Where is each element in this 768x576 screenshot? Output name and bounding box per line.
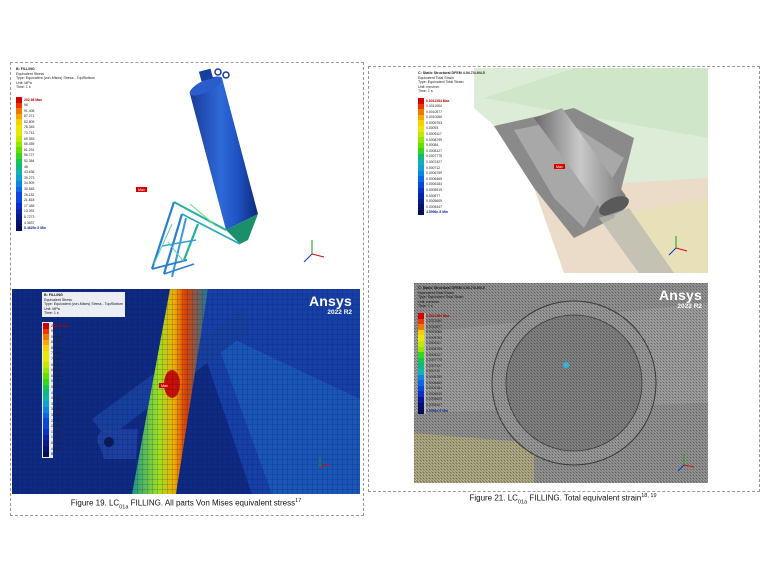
legend-label: 4.5996e-5 Min xyxy=(426,408,449,413)
legend-label: 13.091 xyxy=(51,435,62,440)
legend-label: 65.455 xyxy=(51,368,62,373)
legend-label: 0.0011084 xyxy=(426,319,442,324)
outlet-model xyxy=(474,68,708,273)
legend-label: 78.545 xyxy=(51,351,62,356)
mesh-strain-panel: C: Static Structural DFEM 4.94.7/4.9/4.5… xyxy=(414,283,708,483)
legend-label: 21.818 xyxy=(51,424,62,429)
legend-label: 0.0005609 xyxy=(426,199,443,204)
legend-label: 0.0005919 xyxy=(426,188,443,192)
legend-label: 48 xyxy=(51,390,55,395)
legend-label: 0.0006759 xyxy=(426,171,443,176)
joint-stress-panel: B: FILLING Equivalent Stress Type: Equiv… xyxy=(12,289,360,494)
mesh-model xyxy=(414,283,708,483)
panel-header: C: Static Structural DFEM 4.94.7/4.9/4.5… xyxy=(418,286,485,309)
legend-label: 0.0009753 xyxy=(426,120,443,125)
legend-label: 0.0007775 xyxy=(426,154,443,159)
legend-label: 0.0009117 xyxy=(426,341,442,346)
legend-label: 0.0005609 xyxy=(426,397,443,402)
legend-label: 0.0008127 xyxy=(426,148,443,153)
legend-label: 39.273 xyxy=(51,401,62,406)
legend-label: 0.0008799 xyxy=(426,347,443,352)
max-marker: Max xyxy=(136,187,147,192)
legend-label: 0.0006465 xyxy=(426,176,443,181)
legend-label: 0.00093 xyxy=(426,126,439,131)
legend-label: 4.5996e-5 Min xyxy=(426,210,449,215)
legend-label: 0.0006184 xyxy=(426,386,443,391)
legend-label: 34.909 xyxy=(51,407,62,412)
legend-swatch xyxy=(418,209,424,216)
figure-21-caption: Figure 21. LC01a FILLING. Total equivale… xyxy=(469,493,657,506)
figure-19-caption: Figure 19. LC01a FILLING. All parts Von … xyxy=(70,498,302,511)
legend-label: 5.4625e-5 Min xyxy=(51,452,74,457)
joint-model xyxy=(12,289,360,494)
legend-label: 0.0010577 xyxy=(426,109,443,114)
ansys-logo: Ansys 2022 R2 xyxy=(308,293,352,316)
legend-label: 56.727 xyxy=(51,379,62,384)
legend-swatch xyxy=(43,451,49,458)
legend-label: 0.0006759 xyxy=(426,375,443,380)
legend-label: 26.182 xyxy=(51,418,62,423)
silo-model xyxy=(150,68,325,278)
legend-label: 0.0011384 Max xyxy=(426,313,450,318)
legend-label: 0.0007775 xyxy=(426,358,443,363)
legend-label: 0.0010577 xyxy=(426,324,443,329)
legend-label: 0.0011084 xyxy=(426,104,442,109)
panel-header: B: FILLING Equivalent Stress Type: Equiv… xyxy=(42,292,125,317)
legend-label: 30.545 xyxy=(51,413,62,417)
legend-label: 0.0011384 Max xyxy=(426,98,450,103)
max-marker: Max xyxy=(159,383,170,388)
legend-label: 96 xyxy=(51,329,55,334)
legend-label: 91.406 xyxy=(51,334,62,339)
ansys-logo: Ansys 2022 R2 xyxy=(658,287,702,310)
legend-label: 0.0007427 xyxy=(426,160,443,165)
legend-label: 0.0006184 xyxy=(426,182,443,187)
legend-swatch xyxy=(418,408,424,414)
color-legend: 202.98 Max 96 91.406 87.271 82.909 78.545 74.1… xyxy=(42,322,73,459)
legend-label: 0.0006465 xyxy=(426,380,443,385)
legend-label: 0.0008127 xyxy=(426,352,443,357)
legend-label: 74.182 xyxy=(51,357,62,362)
legend-label: 43.636 xyxy=(51,396,62,401)
legend-label: 0.0005919 xyxy=(426,391,443,396)
legend-label: 0.0009117 xyxy=(426,132,442,137)
legend-label: 0.000577 xyxy=(426,193,441,198)
color-legend: 0.0011384 Max 0.0011084 0.0010577 0.0010066… xyxy=(418,313,449,414)
legend-label: 61.091 xyxy=(51,373,62,378)
legend-label: 8.7273 xyxy=(51,440,62,445)
legend-label: 0.0008799 xyxy=(426,137,443,142)
legend-label: 202.98 Max xyxy=(51,323,69,328)
max-marker: Max xyxy=(554,164,565,169)
legend-label: 4.3637 xyxy=(51,446,62,451)
legend-label: 0.000712 xyxy=(426,165,441,170)
silo-stress-panel: B: FILLING Equivalent Stress Type: Equiv… xyxy=(12,64,360,286)
legend-label: 0.0009753 xyxy=(426,335,443,340)
legend-label: 17.455 xyxy=(51,429,62,434)
legend-label: 52.364 xyxy=(51,385,62,390)
legend-label: 0.00084 xyxy=(426,143,439,148)
panel-header: C: Static Structural DFEM 4.94.7/4.9/4.5… xyxy=(418,71,485,94)
legend-label: 0.0010066 xyxy=(426,330,443,335)
legend-label: 69.818 xyxy=(51,362,62,367)
legend-label: 0.0010066 xyxy=(426,115,443,120)
legend-label: 82.909 xyxy=(51,345,62,350)
legend-label: 0.000712 xyxy=(426,369,441,374)
legend-label: 0.0005447 xyxy=(426,204,443,209)
legend-label: 0.0005447 xyxy=(426,403,443,407)
outlet-strain-panel: C: Static Structural DFEM 4.94.7/4.9/4.5… xyxy=(414,68,708,273)
legend-label: 87.271 xyxy=(51,340,62,345)
legend-label: 0.0007427 xyxy=(426,363,443,368)
